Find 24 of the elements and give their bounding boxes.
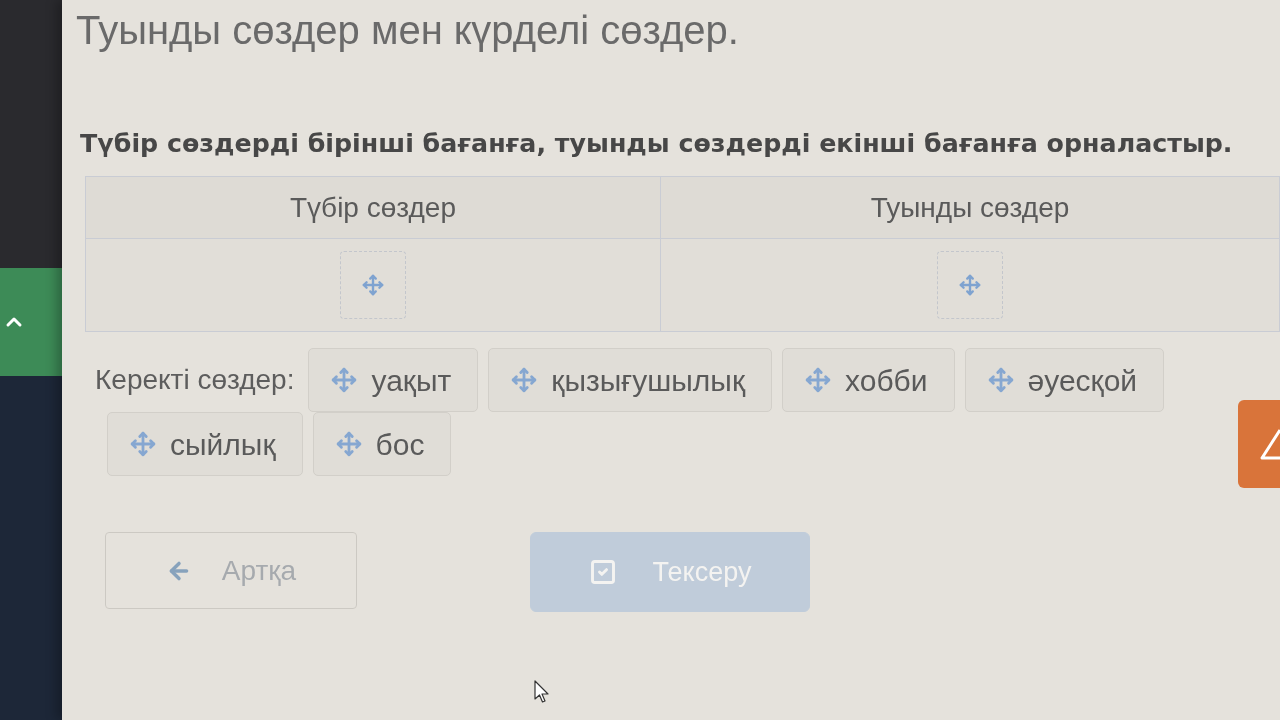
mouse-cursor-icon xyxy=(534,680,550,704)
word-chip[interactable]: хобби xyxy=(782,348,955,412)
move-icon xyxy=(331,367,358,393)
column-header: Түбір сөздер xyxy=(86,177,661,239)
word-chip[interactable]: сыйлық xyxy=(107,412,303,476)
collapse-tab[interactable] xyxy=(0,268,62,376)
warning-tab[interactable] xyxy=(1238,400,1280,488)
move-icon xyxy=(130,431,156,457)
word-bank-label: Керекті сөздер: xyxy=(95,363,295,397)
task-instruction: Түбір сөздерді бірінші бағанға, туынды сөздерді екінші бағанға орналастыр. xyxy=(80,128,1233,160)
move-icon xyxy=(805,367,832,393)
page-title: Туынды сөздер мен күрделі сөздер. xyxy=(76,7,739,54)
word-chip[interactable]: әуесқой xyxy=(964,348,1165,412)
move-icon xyxy=(362,274,384,296)
drop-zone[interactable] xyxy=(340,251,406,319)
word-chip[interactable]: бос xyxy=(312,412,452,476)
drop-zone[interactable] xyxy=(937,251,1003,319)
move-icon xyxy=(959,274,981,296)
move-icon xyxy=(511,367,538,393)
move-icon xyxy=(987,367,1014,393)
word-chip[interactable]: уақыт xyxy=(308,348,479,412)
word-chip[interactable]: қызығушылық xyxy=(488,348,773,412)
move-icon xyxy=(335,431,362,457)
checkbox-icon xyxy=(588,558,617,586)
